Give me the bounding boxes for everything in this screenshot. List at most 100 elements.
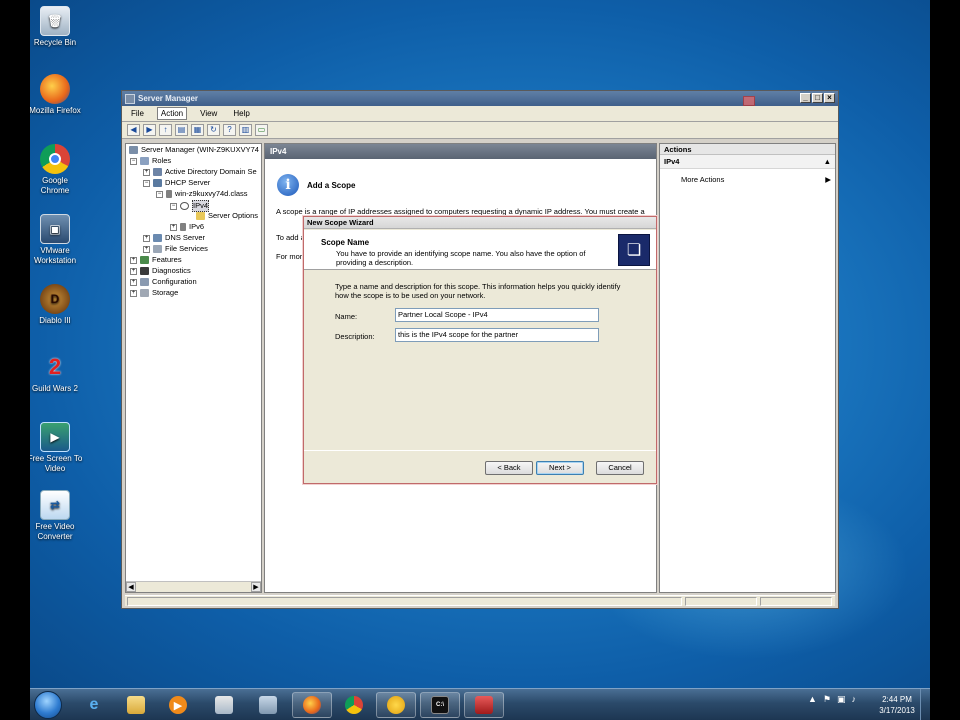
minimize-icon[interactable]: _: [800, 93, 811, 103]
menu-bar: File Action View Help: [122, 106, 838, 122]
taskbar-firefox[interactable]: [292, 692, 332, 718]
info-icon: i: [277, 174, 299, 196]
expand-icon[interactable]: +: [130, 267, 137, 275]
letterbox-left: [0, 0, 30, 720]
desktop-icon-label: Recycle Bin: [33, 38, 77, 47]
expand-icon[interactable]: +: [130, 289, 137, 297]
desktop-icon-vmware[interactable]: ▣ VMware Workstation: [30, 214, 83, 266]
toolbar: ◀ ▶ ↑ ▤ ▦ ↻ ? ▥ ▭: [122, 122, 838, 139]
configuration-icon: [140, 278, 149, 286]
tree-item-configuration[interactable]: + Configuration: [130, 277, 197, 287]
tree-horizontal-scrollbar[interactable]: ◀ ▶: [126, 581, 261, 592]
desktop-icon-guild-wars[interactable]: 2 Guild Wars 2: [30, 352, 83, 394]
menu-view[interactable]: View: [197, 108, 220, 119]
show-hidden-icons-icon[interactable]: ▲: [808, 694, 817, 705]
tree-item-label: Server Options: [208, 211, 259, 220]
taskbar-media-player[interactable]: ▶: [158, 692, 198, 718]
collapse-icon[interactable]: −: [156, 190, 163, 198]
monitor-icon[interactable]: ▭: [255, 124, 268, 136]
more-actions-item[interactable]: More Actions ▶: [660, 175, 835, 184]
tree-item-active-directory[interactable]: + Active Directory Domain Se: [143, 167, 257, 177]
taskbar-explorer[interactable]: [116, 692, 156, 718]
refresh-icon[interactable]: ↻: [207, 124, 220, 136]
show-hide-tree-icon[interactable]: ▤: [175, 124, 188, 136]
expand-icon[interactable]: +: [130, 278, 137, 286]
folder-icon: [127, 696, 145, 714]
system-clock[interactable]: 2:44 PM 3/17/2013: [873, 694, 921, 716]
tree-item-server-options[interactable]: Server Options: [196, 211, 258, 221]
menu-file[interactable]: File: [128, 108, 147, 119]
diagnostics-icon: [140, 267, 149, 275]
wizard-titlebar[interactable]: New Scope Wizard: [304, 217, 656, 229]
scroll-right-icon[interactable]: ▶: [251, 582, 261, 592]
scope-name-input[interactable]: Partner Local Scope - IPv4: [395, 308, 599, 322]
expand-icon[interactable]: +: [143, 234, 150, 242]
start-button[interactable]: [34, 691, 62, 719]
media-player-icon: ▶: [169, 696, 187, 714]
expand-icon[interactable]: +: [143, 168, 150, 176]
tree-item-dhcp-host[interactable]: − win-z9kuxvy74d.class: [156, 189, 248, 199]
taskbar-command-prompt[interactable]: C:\: [420, 692, 460, 718]
network-icon: [259, 696, 277, 714]
close-icon[interactable]: ×: [824, 93, 835, 103]
forward-arrow-icon[interactable]: ▶: [143, 124, 156, 136]
network-status-icon[interactable]: ▣: [837, 694, 846, 705]
taskbar-chrome[interactable]: [334, 692, 374, 718]
up-folder-icon[interactable]: ↑: [159, 124, 172, 136]
collapse-icon[interactable]: −: [170, 202, 177, 210]
desktop-icon-recycle-bin[interactable]: 🗑 Recycle Bin: [30, 6, 83, 48]
tree-item-roles[interactable]: − Roles: [130, 156, 171, 166]
desktop-icon-chrome[interactable]: Google Chrome: [30, 144, 83, 196]
tree-item-label: Diagnostics: [152, 266, 191, 275]
show-desktop-button[interactable]: [920, 689, 930, 720]
desktop-icon-free-video-converter[interactable]: ⇄ Free Video Converter: [30, 490, 83, 542]
next-button[interactable]: Next >: [536, 461, 584, 475]
expand-icon[interactable]: +: [170, 223, 177, 231]
folder-icon: [196, 212, 205, 220]
tree-item-server-manager[interactable]: Server Manager (WIN-Z9KUXVY74: [129, 145, 259, 155]
tree-item-label: Active Directory Domain Se: [165, 167, 257, 176]
taskbar-paint[interactable]: [204, 692, 244, 718]
actions-header: Actions: [660, 144, 835, 155]
desktop-icon-firefox[interactable]: Mozilla Firefox: [30, 74, 83, 116]
cancel-button[interactable]: Cancel: [596, 461, 644, 475]
volume-icon[interactable]: ♪: [852, 694, 857, 705]
scope-description-input[interactable]: this is the IPv4 scope for the partner: [395, 328, 599, 342]
scroll-left-icon[interactable]: ◀: [126, 582, 136, 592]
properties-icon[interactable]: ▦: [191, 124, 204, 136]
back-button[interactable]: < Back: [485, 461, 533, 475]
taskbar-network[interactable]: [248, 692, 288, 718]
collapse-icon[interactable]: −: [130, 157, 137, 165]
collapse-arrow-icon[interactable]: ▲: [824, 155, 831, 168]
help-icon[interactable]: ?: [223, 124, 236, 136]
expand-icon[interactable]: +: [143, 245, 150, 253]
taskbar-ie[interactable]: e: [74, 692, 114, 718]
tree-item-storage[interactable]: + Storage: [130, 288, 178, 298]
view-icon[interactable]: ▥: [239, 124, 252, 136]
taskbar-screen-recorder[interactable]: [376, 692, 416, 718]
maximize-icon[interactable]: □: [812, 93, 823, 103]
server-manager-titlebar[interactable]: Server Manager: [122, 91, 838, 106]
action-center-icon[interactable]: ⚑: [823, 694, 831, 705]
tree-item-dns-server[interactable]: + DNS Server: [143, 233, 205, 243]
collapse-icon[interactable]: −: [143, 179, 150, 187]
expand-icon[interactable]: +: [130, 256, 137, 264]
menu-help[interactable]: Help: [230, 108, 252, 119]
actions-section-ipv4[interactable]: IPv4 ▲: [660, 155, 835, 169]
desktop-icon-free-screen-video[interactable]: ▶ Free Screen To Video: [30, 422, 83, 474]
tree-item-features[interactable]: + Features: [130, 255, 182, 265]
window-controls: _ □ ×: [800, 93, 835, 103]
back-arrow-icon[interactable]: ◀: [127, 124, 140, 136]
console-tree: Server Manager (WIN-Z9KUXVY74 − Roles + …: [125, 143, 262, 593]
tree-item-ipv6[interactable]: + IPv6: [170, 222, 204, 232]
tree-item-file-services[interactable]: + File Services: [143, 244, 208, 254]
status-segment: [760, 597, 832, 606]
wizard-separator: [304, 450, 656, 451]
menu-action[interactable]: Action: [156, 107, 188, 120]
tree-item-dhcp-server[interactable]: − DHCP Server: [143, 178, 210, 188]
taskbar-server-manager[interactable]: [464, 692, 504, 718]
tree-item-diagnostics[interactable]: + Diagnostics: [130, 266, 191, 276]
desktop-icon-diablo[interactable]: D Diablo III: [30, 284, 83, 326]
letterbox-right: [930, 0, 960, 720]
file-services-icon: [153, 245, 162, 253]
